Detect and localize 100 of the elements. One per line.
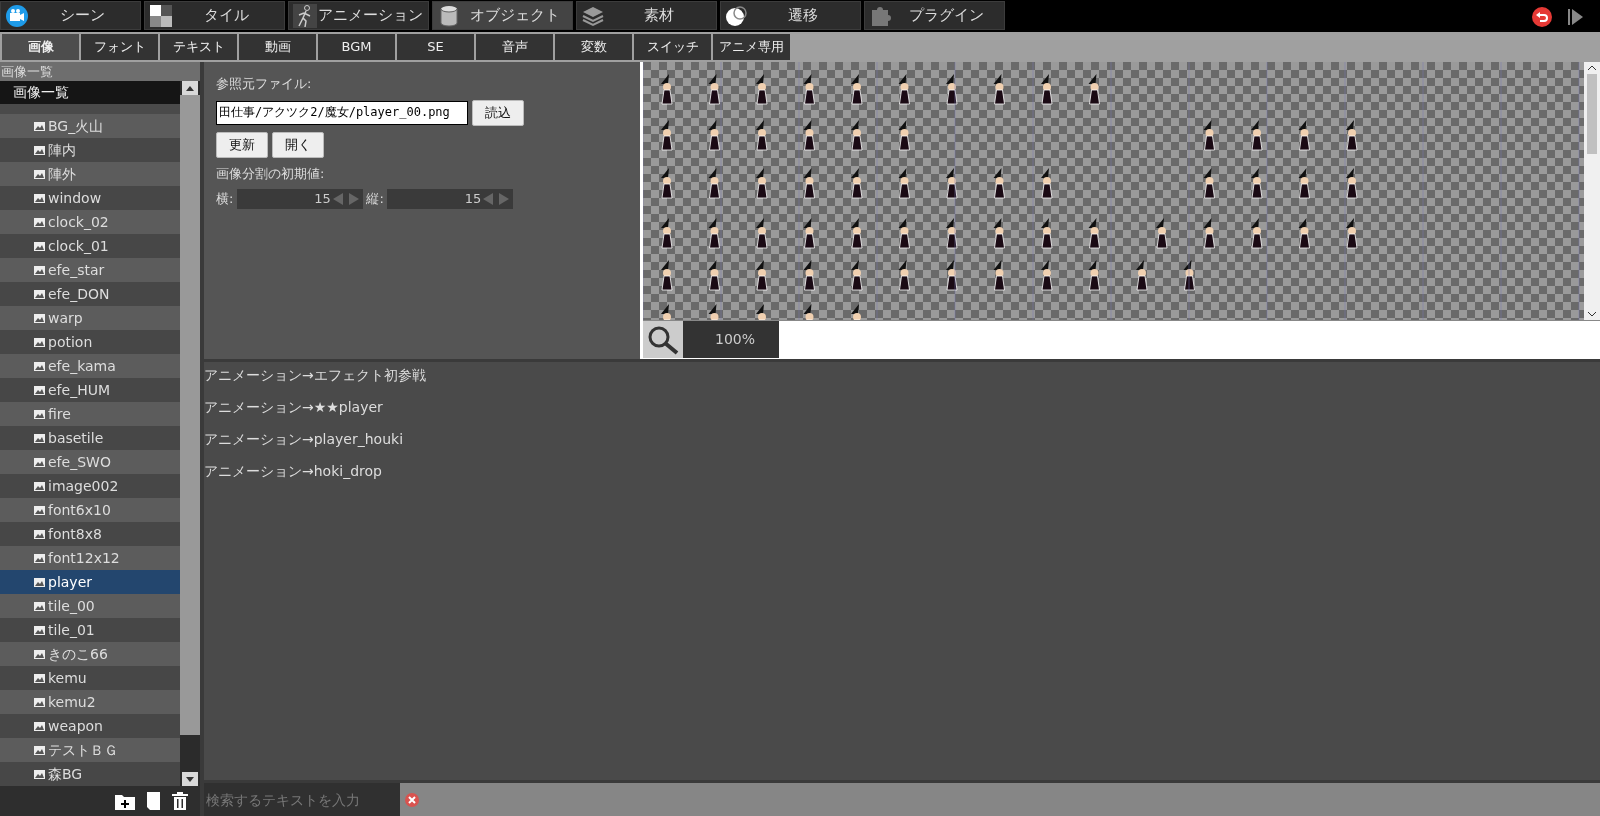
list-item[interactable]: font8x8 bbox=[0, 522, 180, 546]
image-icon bbox=[34, 433, 45, 443]
scroll-thumb[interactable] bbox=[1587, 74, 1597, 154]
tree-root[interactable]: 画像一覧 bbox=[0, 81, 180, 104]
new-folder-icon[interactable] bbox=[115, 792, 135, 810]
trash-icon[interactable] bbox=[172, 792, 188, 810]
file-path-field[interactable]: 田仕事/アクツク2/魔女/player_00.png bbox=[216, 100, 468, 125]
list-item[interactable]: clock_02 bbox=[0, 210, 180, 234]
list-item[interactable]: clock_01 bbox=[0, 234, 180, 258]
tab[interactable]: プラグイン bbox=[864, 1, 1005, 30]
image-icon bbox=[34, 529, 45, 539]
image-icon bbox=[34, 649, 45, 659]
circles-icon bbox=[725, 3, 749, 28]
list-item[interactable]: efe_kama bbox=[0, 354, 180, 378]
tab[interactable]: シーン bbox=[0, 1, 141, 30]
tab[interactable]: 画像 bbox=[2, 34, 79, 60]
list-item[interactable]: kemu2 bbox=[0, 690, 180, 714]
scrollbar[interactable] bbox=[1584, 62, 1600, 320]
action-button[interactable]: 更新 bbox=[216, 131, 268, 158]
tab[interactable]: BGM bbox=[318, 34, 395, 60]
image-icon bbox=[34, 577, 45, 587]
image-icon bbox=[34, 769, 45, 779]
image-icon bbox=[34, 337, 45, 347]
tab[interactable]: タイル bbox=[144, 1, 285, 30]
image-icon bbox=[34, 241, 45, 251]
list-item[interactable]: font6x10 bbox=[0, 498, 180, 522]
image-icon bbox=[34, 265, 45, 275]
action-button[interactable]: 開く bbox=[271, 131, 324, 158]
list-item[interactable]: window bbox=[0, 186, 180, 210]
list-item[interactable]: potion bbox=[0, 330, 180, 354]
scroll-up-icon[interactable] bbox=[186, 85, 194, 91]
undo-icon[interactable] bbox=[1532, 7, 1552, 27]
load-button[interactable]: 読込 bbox=[471, 99, 524, 126]
scrollbar[interactable] bbox=[180, 81, 200, 786]
list-item[interactable]: warp bbox=[0, 306, 180, 330]
log-entry: アニメーション→エフェクト初参戦 bbox=[204, 365, 427, 385]
running-person-icon bbox=[293, 3, 317, 28]
image-icon bbox=[34, 505, 45, 515]
zoom-field[interactable]: 100% bbox=[683, 321, 779, 358]
list-item[interactable]: efe_DON bbox=[0, 282, 180, 306]
list-item[interactable]: kemu bbox=[0, 666, 180, 690]
image-icon bbox=[34, 673, 45, 683]
panel-title: 画像一覧 bbox=[0, 62, 200, 81]
scroll-down-icon[interactable] bbox=[186, 776, 194, 782]
tab[interactable]: 素材 bbox=[576, 1, 717, 30]
zoom-icon[interactable] bbox=[647, 324, 679, 355]
image-icon bbox=[34, 289, 45, 299]
list-item[interactable]: tile_00 bbox=[0, 594, 180, 618]
list-item[interactable]: fire bbox=[0, 402, 180, 426]
camera-icon bbox=[5, 3, 29, 28]
image-icon bbox=[34, 409, 45, 419]
list-item[interactable]: player bbox=[0, 570, 180, 594]
image-icon bbox=[34, 721, 45, 731]
image-icon bbox=[34, 145, 45, 155]
list-item[interactable]: efe_HUM bbox=[0, 378, 180, 402]
image-icon bbox=[34, 697, 45, 707]
list-item[interactable]: 陣内 bbox=[0, 138, 180, 162]
number-spinner[interactable]: 15 bbox=[236, 189, 363, 209]
tab[interactable]: テキスト bbox=[160, 34, 237, 60]
list-item[interactable]: BG_火山 bbox=[0, 114, 180, 138]
log-entry: アニメーション→hoki_drop bbox=[204, 461, 383, 481]
play-icon[interactable] bbox=[1568, 8, 1584, 26]
list-item[interactable]: basetile bbox=[0, 426, 180, 450]
image-icon bbox=[34, 553, 45, 563]
list-item[interactable]: きのこ66 bbox=[0, 642, 180, 666]
tile-grid-icon bbox=[149, 3, 173, 28]
image-icon bbox=[34, 313, 45, 323]
tab[interactable]: 遷移 bbox=[720, 1, 861, 30]
list-item[interactable]: 森BG bbox=[0, 762, 180, 786]
image-icon bbox=[34, 385, 45, 395]
image-icon bbox=[34, 745, 45, 755]
field-label: 画像分割の初期値: bbox=[216, 164, 326, 183]
list-item[interactable]: テストＢＧ bbox=[0, 738, 180, 762]
cylinder-icon bbox=[437, 3, 461, 28]
list-item[interactable]: image002 bbox=[0, 474, 180, 498]
log-entry: アニメーション→★★player bbox=[204, 397, 384, 417]
tab[interactable]: アニメ専用 bbox=[713, 34, 790, 60]
list-item[interactable]: tile_01 bbox=[0, 618, 180, 642]
tab[interactable]: アニメーション bbox=[288, 1, 429, 30]
list-item[interactable]: efe_star bbox=[0, 258, 180, 282]
number-spinner[interactable]: 15 bbox=[387, 189, 514, 209]
tab[interactable]: SE bbox=[397, 34, 474, 60]
tab[interactable]: 音声 bbox=[476, 34, 553, 60]
image-icon bbox=[34, 601, 45, 611]
new-file-icon[interactable] bbox=[147, 792, 160, 810]
tab[interactable]: 動画 bbox=[239, 34, 316, 60]
list-item[interactable]: 陣外 bbox=[0, 162, 180, 186]
tab[interactable]: オブジェクト bbox=[432, 1, 573, 30]
tab[interactable]: スイッチ bbox=[634, 34, 711, 60]
clear-icon[interactable] bbox=[403, 791, 420, 808]
tab[interactable]: フォント bbox=[81, 34, 158, 60]
tab[interactable]: 変数 bbox=[555, 34, 632, 60]
search-field[interactable]: 検索するテキストを入力 bbox=[204, 783, 400, 816]
image-icon bbox=[34, 193, 45, 203]
list-item[interactable]: font12x12 bbox=[0, 546, 180, 570]
list-item[interactable]: weapon bbox=[0, 714, 180, 738]
log-entry: アニメーション→player_houki bbox=[204, 429, 405, 449]
list-item[interactable]: efe_SWO bbox=[0, 450, 180, 474]
field-label: 参照元ファイル: bbox=[216, 75, 313, 93]
image-icon bbox=[34, 625, 45, 635]
